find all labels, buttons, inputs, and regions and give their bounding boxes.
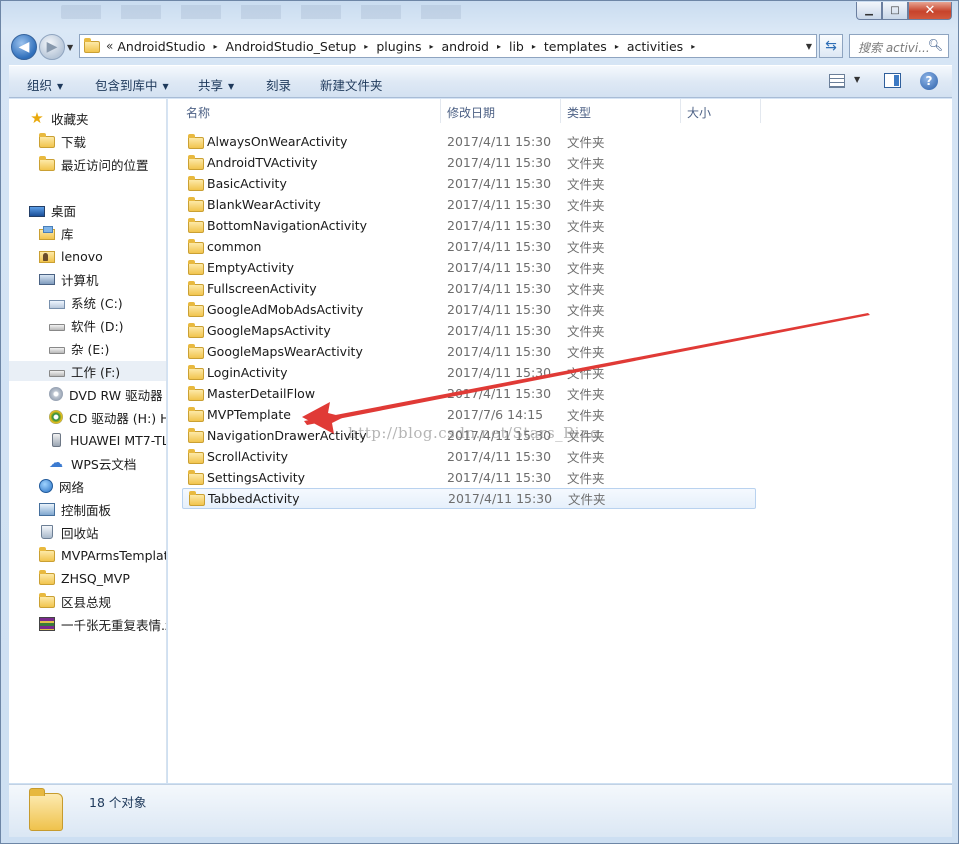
- breadcrumb-item[interactable]: android: [442, 39, 489, 54]
- back-button[interactable]: ◀: [11, 34, 37, 60]
- item-count: 18 个对象: [89, 795, 147, 810]
- breadcrumb-item[interactable]: plugins: [376, 39, 421, 54]
- sidebar-item-cd-drive[interactable]: CD 驱动器 (H:) Hi: [49, 407, 166, 427]
- breadcrumb-separator-icon[interactable]: ▸: [691, 42, 695, 51]
- sidebar-item-drive-f[interactable]: 工作 (F:): [9, 361, 166, 381]
- include-in-library-button[interactable]: 包含到库中 ▼: [95, 75, 169, 94]
- annotation-arrow: [302, 313, 870, 434]
- file-list: ^ 名称 修改日期 类型 大小 AlwaysOnWearActivity 2017…: [168, 99, 952, 783]
- share-button[interactable]: 共享 ▼: [198, 75, 234, 94]
- folder-icon: [39, 570, 55, 585]
- breadcrumb-separator-icon[interactable]: ▸: [364, 42, 368, 51]
- sidebar-item-user[interactable]: lenovo: [39, 246, 103, 266]
- user-folder-icon: [39, 251, 55, 263]
- address-dropdown[interactable]: ▼: [806, 42, 812, 51]
- sidebar-item-library[interactable]: 库: [39, 223, 74, 243]
- navigation-pane: ★ 收藏夹 下载 最近访问的位置 桌面 库 lenovo 计算机 系统 (C:)…: [9, 99, 167, 783]
- cloud-icon: ☁: [49, 455, 63, 471]
- command-bar: 组织 ▼ 包含到库中 ▼ 共享 ▼ 刻录 新建文件夹 ▼ ?: [9, 65, 952, 98]
- breadcrumb-separator-icon[interactable]: ▸: [430, 42, 434, 51]
- folder-icon: [84, 38, 100, 53]
- sidebar-item-downloads[interactable]: 下载: [39, 131, 86, 151]
- organize-button[interactable]: 组织 ▼: [27, 75, 63, 94]
- folder-large-icon: [29, 788, 63, 831]
- library-icon: [39, 226, 55, 240]
- recycle-bin-icon: [41, 525, 53, 539]
- arrow-head: [302, 402, 344, 434]
- address-bar[interactable]: « AndroidStudio ▸ AndroidStudio_Setup ▸ plug…: [79, 34, 817, 58]
- breadcrumb-item[interactable]: AndroidStudio: [117, 39, 205, 54]
- burn-button[interactable]: 刻录: [266, 75, 291, 94]
- window-controls: ▁ □ ✕: [856, 2, 952, 20]
- sidebar-item-drive-d[interactable]: 软件 (D:): [49, 315, 124, 335]
- maximize-button[interactable]: □: [882, 2, 908, 20]
- search-icon[interactable]: 🔍︎: [928, 38, 943, 52]
- close-button[interactable]: ✕: [908, 2, 952, 20]
- refresh-button[interactable]: ⇆: [819, 34, 843, 58]
- sidebar-item-county-plan[interactable]: 区县总规: [39, 591, 111, 611]
- new-folder-button[interactable]: 新建文件夹: [320, 75, 383, 94]
- network-icon: [39, 479, 53, 493]
- download-folder-icon: [39, 133, 55, 148]
- sidebar-item-favorites[interactable]: ★ 收藏夹: [29, 108, 88, 128]
- details-pane: 18 个对象: [9, 784, 952, 837]
- title-bar-ghost: [61, 5, 481, 19]
- search-placeholder: 搜索 activi...: [858, 41, 930, 55]
- phone-icon: [52, 433, 61, 447]
- sidebar-item-drive-c[interactable]: 系统 (C:): [49, 292, 123, 312]
- sidebar-item-dvd-drive[interactable]: DVD RW 驱动器 (: [49, 384, 166, 404]
- breadcrumb: AndroidStudio ▸ AndroidStudio_Setup ▸ plugin…: [113, 39, 703, 54]
- navigation-row: ◀ ▶ ▼ « AndroidStudio ▸ AndroidStudio_Setu…: [1, 31, 958, 63]
- breadcrumb-item[interactable]: activities: [627, 39, 683, 54]
- explorer-window: ▁ □ ✕ ◀ ▶ ▼ « AndroidStudio ▸ AndroidStudi…: [0, 0, 959, 844]
- preview-pane-icon[interactable]: [884, 73, 901, 88]
- breadcrumb-item[interactable]: lib: [509, 39, 524, 54]
- drive-icon: [49, 347, 65, 354]
- forward-button[interactable]: ▶: [39, 34, 65, 60]
- sidebar-item-control-panel[interactable]: 控制面板: [39, 499, 111, 519]
- breadcrumb-item[interactable]: templates: [544, 39, 607, 54]
- view-options-icon[interactable]: [829, 74, 845, 88]
- recent-pages-dropdown[interactable]: ▼: [67, 43, 73, 52]
- drive-icon: [49, 324, 65, 331]
- breadcrumb-separator-icon[interactable]: ▸: [615, 42, 619, 51]
- chevron-down-icon: ▼: [228, 82, 235, 91]
- arrow-shaft: [304, 313, 870, 425]
- control-panel-icon: [39, 502, 55, 516]
- chevron-down-icon: ▼: [57, 82, 64, 91]
- folder-icon: [39, 593, 55, 608]
- sidebar-item-drive-e[interactable]: 杂 (E:): [49, 338, 109, 358]
- desktop-icon: [29, 205, 45, 217]
- breadcrumb-separator-icon[interactable]: ▸: [497, 42, 501, 51]
- sidebar-item-recycle-bin[interactable]: 回收站: [39, 522, 99, 542]
- star-icon: ★: [30, 109, 44, 127]
- drive-icon: [49, 370, 65, 377]
- sidebar-item-desktop[interactable]: 桌面: [29, 200, 76, 220]
- title-bar: ▁ □ ✕: [1, 1, 958, 29]
- view-dropdown[interactable]: ▼: [854, 75, 860, 84]
- archive-icon: [39, 617, 55, 631]
- computer-icon: [39, 274, 55, 285]
- sidebar-item-emoji-zip[interactable]: 一千张无重复表情.z: [39, 614, 166, 634]
- sidebar-item-network[interactable]: 网络: [39, 476, 84, 496]
- search-input[interactable]: 搜索 activi... 🔍︎: [849, 34, 949, 58]
- dvd-drive-icon: [49, 387, 63, 401]
- sidebar-item-computer[interactable]: 计算机: [39, 269, 99, 289]
- minimize-button[interactable]: ▁: [856, 2, 882, 20]
- cd-drive-icon: [49, 410, 63, 424]
- breadcrumb-overflow[interactable]: «: [106, 39, 113, 53]
- sidebar-item-recent-places[interactable]: 最近访问的位置: [39, 154, 149, 174]
- sidebar-item-wps-cloud[interactable]: ☁ WPS云文档: [49, 453, 136, 473]
- breadcrumb-item[interactable]: AndroidStudio_Setup: [226, 39, 357, 54]
- chevron-down-icon: ▼: [162, 82, 169, 91]
- sidebar-item-zhsq[interactable]: ZHSQ_MVP: [39, 568, 130, 588]
- folder-icon: [39, 547, 55, 562]
- system-drive-icon: [49, 299, 65, 309]
- breadcrumb-separator-icon[interactable]: ▸: [532, 42, 536, 51]
- sidebar-item-mvparms[interactable]: MVPArmsTemplate: [39, 545, 166, 565]
- breadcrumb-separator-icon[interactable]: ▸: [214, 42, 218, 51]
- sidebar-item-phone[interactable]: HUAWEI MT7-TL: [49, 430, 166, 450]
- recent-places-icon: [39, 156, 55, 171]
- help-icon[interactable]: ?: [920, 72, 938, 90]
